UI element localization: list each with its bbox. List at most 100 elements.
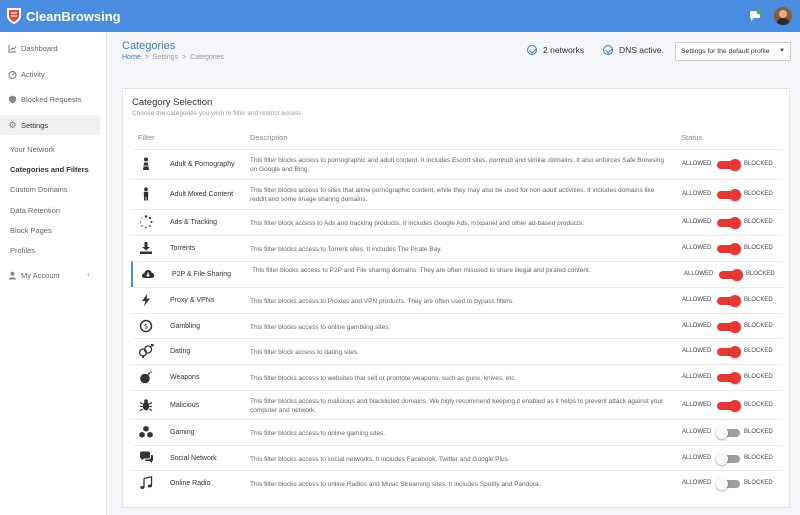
status-toggle[interactable]	[716, 427, 740, 439]
category-name: Torrents	[170, 245, 196, 252]
profile-select[interactable]: Settings for the default profile ▼	[675, 42, 791, 61]
status-toggle[interactable]	[716, 478, 740, 490]
bug-icon	[138, 398, 154, 414]
blocked-label: BLOCKED	[744, 245, 773, 251]
chart-icon	[8, 44, 17, 53]
category-name: Online Radio	[170, 480, 211, 487]
dns-status-text: DNS active.	[619, 45, 664, 55]
caret-down-icon: ▼	[779, 48, 785, 54]
logo-icon	[6, 7, 22, 25]
column-header-filter: Filter	[138, 133, 155, 142]
toggle-knob	[729, 217, 741, 229]
allowed-label: ALLOWED	[682, 480, 712, 486]
breadcrumb-settings[interactable]: Settings	[153, 54, 178, 61]
category-selection-card: Category Selection Choose the categories…	[122, 88, 790, 508]
status-toggle[interactable]	[717, 243, 741, 255]
blocked-label: BLOCKED	[744, 402, 773, 408]
cubes-icon	[138, 425, 154, 441]
blocked-label: BLOCKED	[746, 271, 775, 277]
blocked-label: BLOCKED	[744, 297, 773, 303]
toggle-knob	[729, 321, 741, 333]
card-subtitle: Choose the categories you wish to filter…	[132, 110, 304, 117]
toggle-knob	[716, 453, 728, 465]
sidebar-item-settings[interactable]: ⚙ Settings	[0, 115, 100, 135]
status-toggle[interactable]	[717, 400, 741, 412]
blocked-label: BLOCKED	[744, 348, 773, 354]
sidebar-sub-categories-filters[interactable]: Categories and Filters	[10, 164, 89, 176]
status-toggle[interactable]	[719, 269, 743, 281]
category-name: Social Network	[170, 455, 217, 462]
category-description: This filter blocks access to websites th…	[250, 375, 517, 382]
user-icon	[8, 271, 17, 280]
toggle-knob	[729, 243, 741, 255]
avatar[interactable]	[774, 7, 792, 25]
sidebar-sub-block-pages[interactable]: Block Pages	[10, 225, 52, 237]
category-description: This filter block access to dating sites…	[250, 349, 360, 356]
sidebar-sub-custom-domains[interactable]: Custom Domains	[10, 184, 68, 196]
category-row: Gaming This filter blocks access to onlin…	[131, 419, 783, 445]
category-description: This filter blocks access to online gami…	[250, 430, 386, 437]
category-row: Malicious This filter blocks access to ma…	[131, 390, 783, 419]
category-name: Ads & Tracking	[170, 219, 218, 226]
sidebar-sub-profiles[interactable]: Profiles	[10, 245, 35, 257]
blocked-label: BLOCKED	[744, 429, 773, 435]
breadcrumb-home[interactable]: Home	[122, 54, 141, 61]
sidebar-item-my-account[interactable]: My Account ‹	[0, 265, 100, 285]
allowed-label: ALLOWED	[682, 297, 712, 303]
allowed-label: ALLOWED	[682, 219, 712, 225]
allowed-label: ALLOWED	[682, 245, 712, 251]
card-title: Category Selection	[132, 97, 213, 108]
brand[interactable]: CleanBrowsing	[6, 6, 121, 26]
sidebar-item-activity[interactable]: Activity	[0, 64, 100, 84]
status-toggle[interactable]	[717, 372, 741, 384]
category-description: This filter blocks access to sites that …	[250, 187, 655, 203]
sidebar: Dashboard Activity Blocked Requests ⚙ Se…	[0, 32, 107, 515]
cloud-download-icon	[140, 267, 156, 283]
column-header-status: Status	[681, 133, 703, 142]
status-toggle[interactable]	[717, 159, 741, 171]
breadcrumb: Home > Settings > Categories	[122, 54, 224, 61]
category-name: Malicious	[170, 402, 200, 409]
toggle-knob	[729, 189, 741, 201]
status-toggle[interactable]	[717, 189, 741, 201]
category-description: This filter blocks access to malicious a…	[250, 398, 664, 414]
category-row: Torrents This filter blocks access to Tor…	[131, 235, 783, 261]
category-name: P2P & File Sharing	[172, 271, 232, 278]
bomb-icon	[138, 370, 154, 386]
svg-text:$: $	[144, 323, 148, 331]
status-toggle[interactable]	[717, 321, 741, 333]
category-description: This filter blocks access to social netw…	[250, 456, 510, 463]
blocked-label: BLOCKED	[744, 374, 773, 380]
category-name: Proxy & VPNs	[170, 297, 215, 304]
breadcrumb-current: Categories	[190, 54, 225, 61]
category-row: P2P & File Sharing This filter blocks acc…	[131, 261, 783, 287]
allowed-label: ALLOWED	[682, 402, 712, 408]
profile-select-value: Settings for the default profile	[681, 48, 770, 55]
breadcrumb-separator: >	[144, 54, 149, 61]
blocked-label: BLOCKED	[744, 455, 773, 461]
status-toggle[interactable]	[717, 295, 741, 307]
sidebar-sub-your-network[interactable]: Your Network	[10, 144, 55, 156]
status-toggle[interactable]	[717, 217, 741, 229]
dating-icon	[138, 343, 154, 360]
sidebar-item-dashboard[interactable]: Dashboard	[0, 38, 100, 58]
networks-status: 2 networks	[527, 45, 584, 55]
sidebar-sub-data-retention[interactable]: Data Retention	[10, 205, 60, 217]
allowed-label: ALLOWED	[684, 271, 714, 277]
sidebar-item-blocked-requests[interactable]: Blocked Requests	[0, 89, 100, 109]
category-row: Social Network This filter blocks access …	[131, 445, 783, 470]
sidebar-item-label: Activity	[21, 69, 45, 79]
status-toggle[interactable]	[716, 453, 740, 465]
speedometer-icon	[8, 70, 17, 79]
dns-status: DNS active.	[603, 45, 664, 55]
category-row: Online Radio This filter blocks access to…	[131, 470, 783, 496]
chat-icon[interactable]	[748, 9, 762, 23]
chevron-left-icon[interactable]: ‹	[87, 269, 90, 279]
category-description: This filter block access to Ads and trac…	[250, 220, 584, 227]
status-toggle[interactable]	[717, 346, 741, 358]
category-name: Dating	[170, 348, 191, 355]
category-description: This filter blocks access to Proxies and…	[250, 298, 514, 305]
category-name: Adult & Pornography	[170, 161, 235, 168]
category-description: This filter blocks access to pornographi…	[250, 157, 665, 173]
shield-icon	[8, 95, 17, 104]
